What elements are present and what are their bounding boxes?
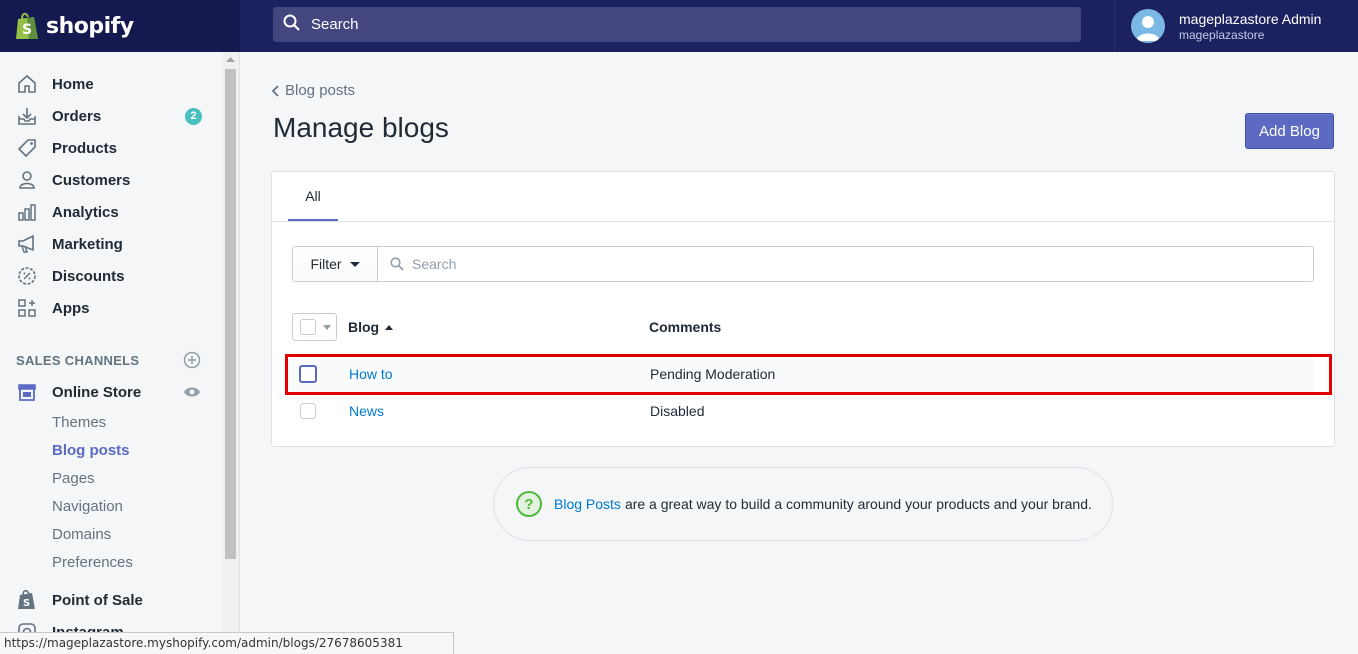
sidebar-scrollbar[interactable] <box>222 52 239 654</box>
sidebar-item-apps[interactable]: Apps <box>16 296 206 320</box>
caret-down-icon <box>349 261 360 267</box>
svg-text:S: S <box>22 22 32 38</box>
sidebar-item-label: Customers <box>52 171 131 189</box>
table-row[interactable]: How to Pending Moderation <box>288 356 1314 392</box>
filter-button[interactable]: Filter <box>292 246 378 282</box>
avatar <box>1131 9 1165 43</box>
column-header-blog[interactable]: Blog <box>348 319 394 335</box>
blog-title-link[interactable]: How to <box>349 366 393 382</box>
sidebar-item-label: Point of Sale <box>52 591 143 609</box>
global-search-placeholder: Search <box>311 16 359 33</box>
shopify-logo[interactable]: S shopify <box>0 0 240 52</box>
orders-icon <box>16 105 38 127</box>
status-bar-url: https://mageplazastore.myshopify.com/adm… <box>0 632 454 654</box>
user-name: mageplazastore Admin <box>1179 10 1322 27</box>
tag-icon <box>16 137 38 159</box>
comments-status: Disabled <box>650 403 705 419</box>
store-icon <box>16 381 38 403</box>
sidebar-item-online-store[interactable]: Online Store <box>16 380 206 404</box>
help-text: are a great way to build a community aro… <box>624 496 1092 512</box>
column-blog-label: Blog <box>348 319 380 335</box>
sidebar-item-label: Apps <box>52 299 90 317</box>
discount-icon <box>16 265 38 287</box>
breadcrumb-label: Blog posts <box>285 82 356 99</box>
comments-status: Pending Moderation <box>650 366 776 382</box>
sidebar-item-products[interactable]: Products <box>16 136 206 160</box>
sales-channels-title: SALES CHANNELS <box>16 353 140 368</box>
sidebar-item-label: Marketing <box>52 235 123 253</box>
blog-posts-help-link[interactable]: Blog Posts <box>554 496 621 512</box>
home-icon <box>16 73 38 95</box>
chevron-left-icon <box>271 84 279 97</box>
blog-title-link[interactable]: News <box>349 403 384 419</box>
blog-search-field[interactable] <box>377 246 1314 282</box>
eye-icon[interactable] <box>183 384 201 403</box>
sidebar-item-discounts[interactable]: Discounts <box>16 264 206 288</box>
search-icon <box>390 257 404 271</box>
tab-all[interactable]: All <box>288 172 338 222</box>
sidebar-item-label: Products <box>52 139 118 157</box>
add-channel-icon[interactable] <box>183 351 201 372</box>
help-footer: ? Blog Posts are a great way to build a … <box>493 467 1113 541</box>
filter-label: Filter <box>310 256 342 272</box>
table-row[interactable]: News Disabled <box>288 393 1314 429</box>
page-title: Manage blogs <box>273 112 449 143</box>
breadcrumb[interactable]: Blog posts <box>270 82 355 99</box>
global-search[interactable]: Search <box>273 7 1081 42</box>
sidebar-scroll-thumb[interactable] <box>225 69 236 559</box>
sidebar-item-label: Discounts <box>52 267 125 285</box>
row-checkbox[interactable] <box>300 403 316 419</box>
blogs-card: All Filter Blog Comments How to Pending … <box>271 171 1335 447</box>
sidebar-item-label: Analytics <box>52 203 119 221</box>
pos-bag-icon: S <box>16 589 38 611</box>
user-store: mageplazastore <box>1179 27 1265 42</box>
sidebar: Home Orders 2 Products Customers Analyti… <box>0 52 240 654</box>
sidebar-sub-navigation[interactable]: Navigation <box>52 498 123 515</box>
sidebar-item-home[interactable]: Home <box>16 72 206 96</box>
sidebar-sub-preferences[interactable]: Preferences <box>52 554 133 571</box>
sidebar-item-marketing[interactable]: Marketing <box>16 232 206 256</box>
orders-count-badge: 2 <box>185 108 202 125</box>
shopify-bag-icon: S <box>14 11 40 41</box>
svg-text:S: S <box>23 598 30 609</box>
megaphone-icon <box>16 233 38 255</box>
sidebar-item-label: Online Store <box>52 383 142 401</box>
logo-text: shopify <box>46 13 134 39</box>
sidebar-item-label: Home <box>52 75 94 93</box>
sidebar-item-customers[interactable]: Customers <box>16 168 206 192</box>
search-icon <box>283 14 301 35</box>
sidebar-sub-themes[interactable]: Themes <box>52 414 106 431</box>
apps-icon <box>16 297 38 319</box>
column-header-comments: Comments <box>649 319 722 335</box>
question-icon: ? <box>516 491 542 517</box>
user-menu[interactable]: mageplazastore Admin mageplazastore <box>1114 0 1358 52</box>
sidebar-sub-blog-posts[interactable]: Blog posts <box>52 442 130 459</box>
sidebar-item-point-of-sale[interactable]: S Point of Sale <box>16 588 206 612</box>
bulk-select-checkbox[interactable] <box>292 313 337 341</box>
sidebar-item-orders[interactable]: Orders 2 <box>16 104 206 128</box>
bar-chart-icon <box>16 201 38 223</box>
top-bar: S shopify Search mageplazastore Admin ma… <box>0 0 1358 52</box>
sidebar-sub-domains[interactable]: Domains <box>52 526 111 543</box>
add-blog-button[interactable]: Add Blog <box>1245 113 1334 149</box>
sidebar-item-label: Orders <box>52 107 102 125</box>
tab-divider <box>272 221 1334 222</box>
sort-ascending-icon <box>385 324 394 330</box>
select-all-checkbox[interactable] <box>300 319 316 335</box>
sidebar-item-analytics[interactable]: Analytics <box>16 200 206 224</box>
blog-search-input[interactable] <box>412 256 1292 272</box>
caret-down-icon[interactable] <box>323 324 331 330</box>
person-icon <box>16 169 38 191</box>
row-checkbox[interactable] <box>299 365 317 383</box>
scroll-up-arrow-icon[interactable] <box>226 56 235 62</box>
sidebar-sub-pages[interactable]: Pages <box>52 470 95 487</box>
